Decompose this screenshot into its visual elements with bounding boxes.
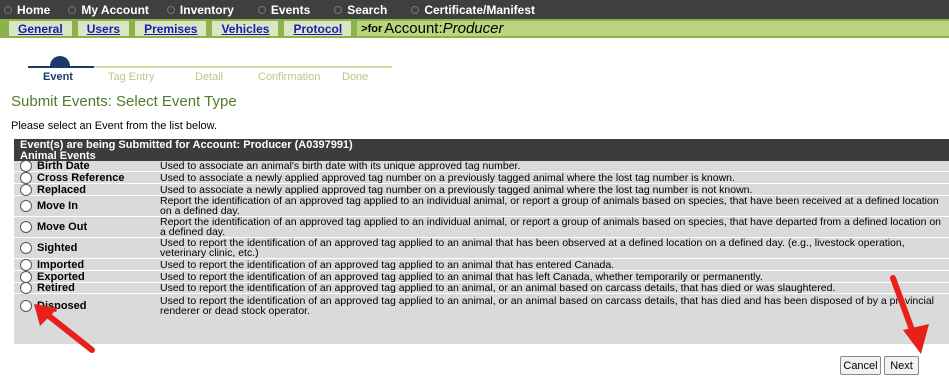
radio-retired[interactable] bbox=[20, 282, 32, 294]
radio-exported[interactable] bbox=[20, 270, 32, 283]
event-description: Used to associate an animal's birth date… bbox=[160, 161, 521, 171]
nav-search-label: Search bbox=[347, 2, 388, 17]
event-row-exported[interactable]: Exported Used to report the identificati… bbox=[14, 270, 949, 283]
nav-certificate-manifest-label: Certificate/Manifest bbox=[424, 2, 536, 17]
step-event: Event bbox=[43, 71, 73, 83]
nav-bullet-icon bbox=[68, 5, 77, 14]
nav-inventory-label: Inventory bbox=[179, 2, 234, 17]
radio-replaced[interactable] bbox=[20, 183, 32, 196]
event-row-move-out[interactable]: Move Out Report the identification of an… bbox=[14, 217, 949, 238]
cancel-button[interactable]: Cancel bbox=[840, 356, 881, 375]
annotation-arrow-next bbox=[890, 275, 929, 354]
panel-header-section: Animal Events bbox=[20, 149, 96, 162]
nav-bullet-icon bbox=[334, 5, 343, 14]
event-description: Report the identification of an approved… bbox=[160, 196, 939, 216]
radio-move-out[interactable] bbox=[20, 221, 32, 233]
nav-inventory[interactable]: Inventory bbox=[166, 2, 234, 17]
tab-vehicles-label[interactable]: Vehicles bbox=[221, 22, 269, 36]
tab-premises-label[interactable]: Premises bbox=[144, 22, 197, 36]
event-name[interactable]: Replaced bbox=[37, 184, 86, 196]
tab-vehicles[interactable]: Vehicles bbox=[212, 21, 279, 36]
context-account: Account: bbox=[384, 20, 443, 37]
account-context: >for Account: Producer bbox=[357, 20, 949, 37]
nav-my-account-label: My Account bbox=[81, 2, 149, 17]
event-row-disposed[interactable]: Disposed Used to report the identificati… bbox=[14, 294, 949, 318]
account-tabs-bar: General Users Premises Vehicles Protocol… bbox=[0, 19, 949, 38]
nav-bullet-icon bbox=[166, 5, 175, 14]
event-row-retired[interactable]: Retired Used to report the identificatio… bbox=[14, 282, 949, 294]
page-title: Submit Events: Select Event Type bbox=[11, 93, 237, 110]
nav-bullet-icon bbox=[4, 5, 12, 14]
event-description: Used to report the identification of an … bbox=[160, 259, 615, 270]
event-name[interactable]: Move In bbox=[37, 200, 78, 212]
event-description: Used to report the identification of an … bbox=[160, 295, 934, 317]
event-row-imported[interactable]: Imported Used to report the identificati… bbox=[14, 258, 949, 271]
tab-users-label[interactable]: Users bbox=[87, 22, 120, 36]
radio-sighted[interactable] bbox=[20, 242, 32, 254]
step-progress: Event Tag Entry Detail Confirmation Done bbox=[20, 50, 392, 83]
event-row-move-in[interactable]: Move In Report the identification of an … bbox=[14, 196, 949, 217]
event-description: Used to associate a newly applied approv… bbox=[160, 172, 735, 183]
event-description: Used to report the identification of an … bbox=[160, 283, 836, 293]
nav-bullet-icon bbox=[411, 5, 420, 14]
event-description: Report the identification of an approved… bbox=[160, 217, 942, 237]
event-description: Used to associate a newly applied approv… bbox=[160, 184, 753, 195]
panel-header: Event(s) are being Submitted for Account… bbox=[14, 139, 949, 161]
step-done: Done bbox=[342, 71, 369, 83]
event-name[interactable]: Retired bbox=[37, 282, 75, 294]
event-row-cross-reference[interactable]: Cross Reference Used to associate a newl… bbox=[14, 171, 949, 184]
nav-certificate-manifest[interactable]: Certificate/Manifest bbox=[411, 3, 535, 17]
instruction-text: Please select an Event from the list bel… bbox=[11, 120, 218, 132]
radio-cross-reference[interactable] bbox=[20, 171, 32, 184]
tab-protocol[interactable]: Protocol bbox=[284, 21, 352, 36]
nav-my-account[interactable]: My Account bbox=[68, 3, 149, 17]
tab-general[interactable]: General bbox=[9, 21, 72, 36]
event-name[interactable]: Imported bbox=[37, 259, 84, 271]
radio-birth-date[interactable] bbox=[20, 160, 32, 172]
tab-general-label[interactable]: General bbox=[18, 22, 63, 36]
context-account-type: Producer bbox=[442, 20, 504, 37]
event-name[interactable]: Sighted bbox=[37, 242, 77, 254]
tab-protocol-label[interactable]: Protocol bbox=[293, 22, 342, 36]
radio-imported[interactable] bbox=[20, 258, 32, 271]
nav-home[interactable]: Home bbox=[4, 3, 50, 17]
event-description: Used to report the identification of an … bbox=[160, 238, 905, 258]
event-description: Used to report the identification of an … bbox=[160, 271, 763, 282]
tab-premises[interactable]: Premises bbox=[135, 21, 207, 36]
panel-header-account: Event(s) are being Submitted for Account… bbox=[20, 139, 353, 151]
tab-users[interactable]: Users bbox=[77, 21, 130, 36]
radio-move-in[interactable] bbox=[20, 200, 32, 212]
nav-events[interactable]: Events bbox=[257, 2, 311, 17]
current-step-marker bbox=[50, 56, 70, 67]
nav-home-label: Home bbox=[17, 2, 51, 17]
event-selection-panel: Event(s) are being Submitted for Account… bbox=[14, 139, 949, 344]
event-row-replaced[interactable]: Replaced Used to associate a newly appli… bbox=[14, 183, 949, 196]
event-name[interactable]: Exported bbox=[37, 271, 85, 283]
nav-bullet-icon bbox=[257, 5, 266, 14]
event-name[interactable]: Birth Date bbox=[37, 160, 90, 172]
step-detail: Detail bbox=[195, 71, 224, 83]
event-name[interactable]: Move Out bbox=[37, 221, 87, 233]
event-name[interactable]: Cross Reference bbox=[37, 172, 124, 184]
event-row-birth-date[interactable]: Birth Date Used to associate an animal's… bbox=[14, 160, 949, 172]
annotation-arrow-radio bbox=[34, 304, 95, 353]
event-row-sighted[interactable]: Sighted Used to report the identificatio… bbox=[14, 238, 949, 259]
step-tag-entry: Tag Entry bbox=[108, 71, 155, 83]
top-navigation: Home My Account Inventory Events Search … bbox=[0, 0, 949, 19]
nav-events-label: Events bbox=[270, 2, 311, 17]
step-confirmation: Confirmation bbox=[258, 71, 321, 83]
context-prefix: >for bbox=[361, 22, 383, 35]
nav-search[interactable]: Search bbox=[334, 3, 387, 17]
